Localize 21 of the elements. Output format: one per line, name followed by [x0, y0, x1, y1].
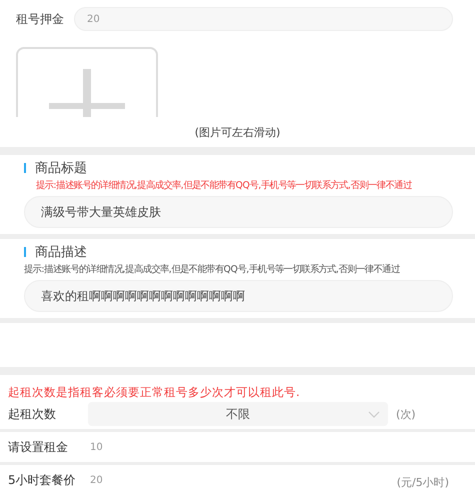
unit-text: (元/5小时) — [396, 475, 449, 490]
section-heading: 商品描述 — [35, 244, 87, 261]
section-heading: 商品标题 — [35, 160, 87, 177]
hint-text: 提示:描述账号的详细情况,提高成交率,但是不能带有QQ号,手机号等一切联系方式,否则一律不通过 — [35, 179, 413, 192]
accent-bar — [24, 247, 26, 257]
accent-bar — [24, 163, 26, 173]
field-label: 5小时套餐价 — [8, 472, 77, 488]
dropdown[interactable]: 不限 — [88, 402, 388, 426]
note-text: 起租次数是指租客必须要正常租号多少次才可以租此号. — [7, 384, 301, 400]
input-field[interactable]: 20 — [74, 7, 453, 31]
input-field[interactable]: 喜欢的租啊啊啊啊啊啊啊啊啊啊啊啊啊 — [24, 280, 453, 312]
chevron-icon — [368, 411, 380, 418]
input-field[interactable]: 满级号带大量英雄皮肤 — [24, 196, 453, 228]
field-label: 租号押金 — [16, 10, 64, 28]
input-field[interactable]: 10 — [88, 440, 152, 454]
unit-text: (次) — [396, 406, 416, 422]
hint-text: 提示:描述账号的详细情况,提高成交率,但是不能带有QQ号,手机号等一切联系方式,否则一律不通过 — [23, 263, 401, 276]
field-label: 请设置租金 — [8, 438, 69, 456]
input-field[interactable]: 20 — [88, 474, 152, 486]
field-label: 起租次数 — [8, 406, 57, 422]
caption: (图片可左右滑动) — [194, 125, 282, 141]
